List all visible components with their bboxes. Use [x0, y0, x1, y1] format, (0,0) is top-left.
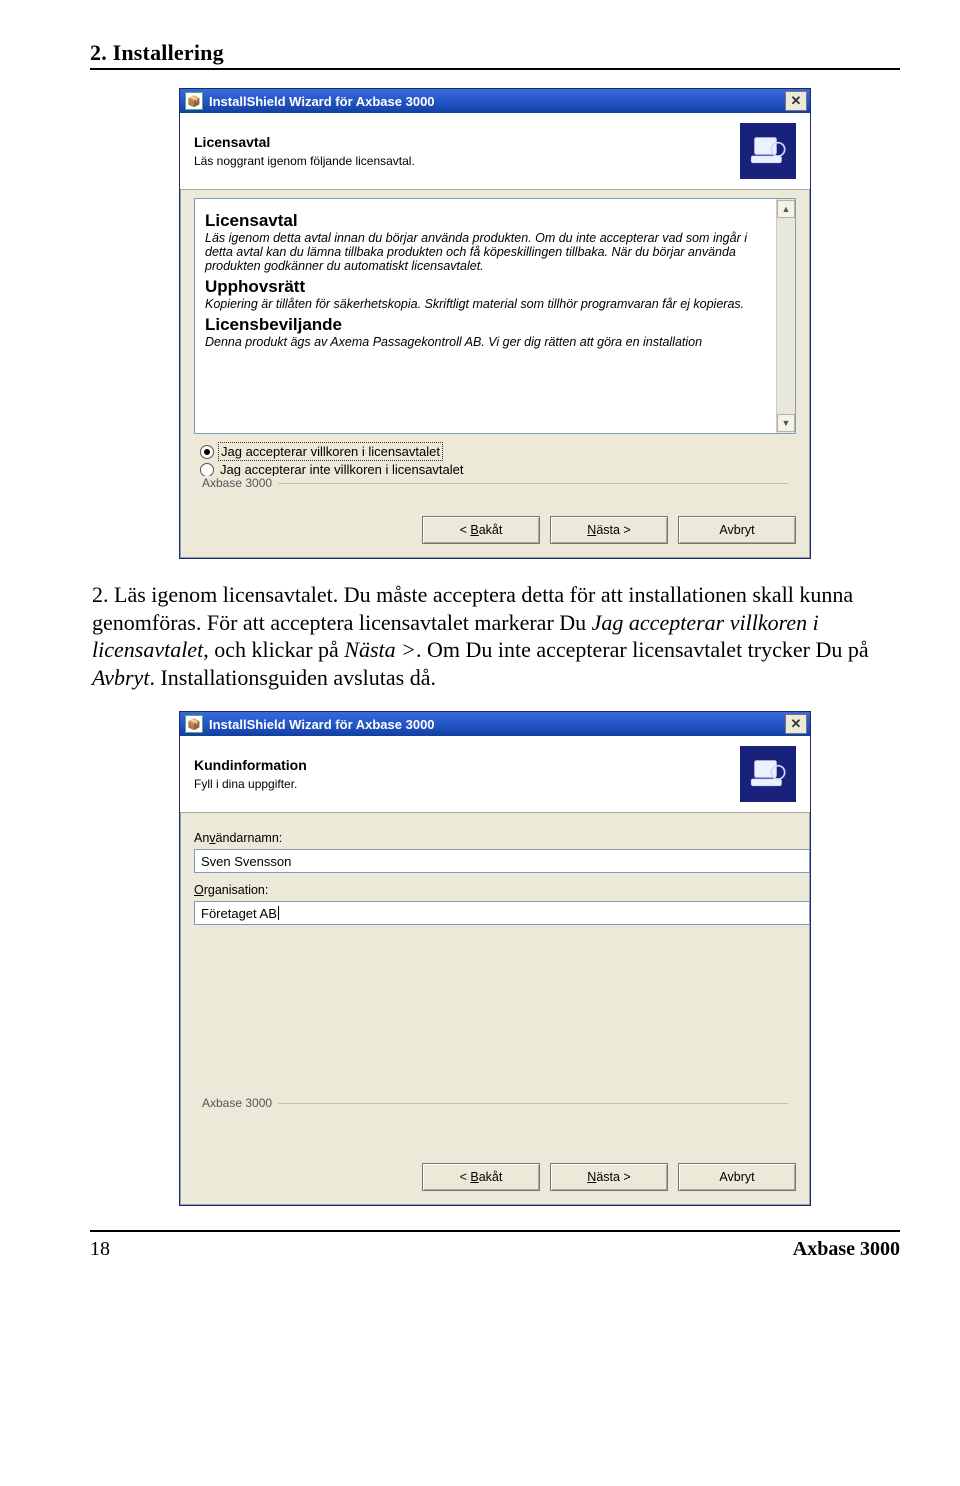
radio-reject[interactable]: Jag accepterar inte villkoren i licensav… — [200, 462, 790, 477]
license-para-2: Kopiering är tillåten för säkerhetskopia… — [205, 297, 769, 311]
titlebar[interactable]: 📦 InstallShield Wizard för Axbase 3000 ✕ — [180, 712, 810, 736]
next-button[interactable]: Nästa > — [550, 516, 668, 544]
window-title: InstallShield Wizard för Axbase 3000 — [209, 94, 779, 109]
page-footer: 18 Axbase 3000 — [90, 1238, 900, 1261]
organization-input[interactable]: Företaget AB — [194, 901, 810, 925]
next-button[interactable]: Nästa > — [550, 1163, 668, 1191]
text-caret-icon — [278, 906, 279, 920]
rule-top — [90, 68, 900, 70]
cancel-button[interactable]: Avbryt — [678, 1163, 796, 1191]
scroll-up-icon[interactable]: ▲ — [777, 200, 795, 218]
back-button[interactable]: < Bakåt — [422, 516, 540, 544]
username-input[interactable]: Sven Svensson — [194, 849, 810, 873]
header-subtitle: Läs noggrant igenom följande licensavtal… — [194, 154, 730, 168]
license-heading-2: Upphovsrätt — [205, 277, 769, 297]
brand-groupbox: Axbase 3000 — [202, 483, 788, 494]
cancel-button[interactable]: Avbryt — [678, 516, 796, 544]
radio-icon — [200, 463, 214, 477]
section-heading: 2. Installering — [90, 40, 900, 66]
window-title: InstallShield Wizard för Axbase 3000 — [209, 717, 779, 732]
rule-bottom — [90, 1230, 900, 1232]
license-heading-1: Licensavtal — [205, 211, 769, 231]
computer-icon — [740, 746, 796, 802]
license-para-3: Denna produkt ägs av Axema Passagekontro… — [205, 335, 769, 349]
radio-icon — [200, 445, 214, 459]
header-title: Licensavtal — [194, 134, 730, 150]
computer-icon — [740, 123, 796, 179]
username-label: Användarnamn: — [194, 831, 796, 845]
scrollbar[interactable]: ▲ ▼ — [776, 199, 795, 433]
titlebar[interactable]: 📦 InstallShield Wizard för Axbase 3000 ✕ — [180, 89, 810, 113]
dialog-header: Kundinformation Fyll i dina uppgifter. — [180, 736, 810, 813]
page-number: 18 — [90, 1238, 110, 1261]
radio-reject-label: Jag accepterar inte villkoren i licensav… — [220, 462, 464, 477]
radio-accept-label: Jag accepterar villkoren i licensavtalet — [220, 444, 441, 459]
installer-icon: 📦 — [185, 92, 203, 110]
close-icon[interactable]: ✕ — [785, 714, 807, 734]
license-heading-3: Licensbeviljande — [205, 315, 769, 335]
instruction-step-2: 2. Läs igenom licensavtalet. Du måste ac… — [92, 581, 898, 691]
license-text-box[interactable]: Licensavtal Läs igenom detta avtal innan… — [194, 198, 796, 434]
header-subtitle: Fyll i dina uppgifter. — [194, 777, 730, 791]
scroll-down-icon[interactable]: ▼ — [777, 414, 795, 432]
installer-icon: 📦 — [185, 715, 203, 733]
footer-title: Axbase 3000 — [793, 1238, 900, 1261]
organization-label: Organisation: — [194, 883, 796, 897]
close-icon[interactable]: ✕ — [785, 91, 807, 111]
dialog-header: Licensavtal Läs noggrant igenom följande… — [180, 113, 810, 190]
installer-license-dialog: 📦 InstallShield Wizard för Axbase 3000 ✕… — [179, 88, 811, 559]
radio-accept[interactable]: Jag accepterar villkoren i licensavtalet — [200, 444, 790, 459]
back-button[interactable]: < Bakåt — [422, 1163, 540, 1191]
license-para-1: Läs igenom detta avtal innan du börjar a… — [205, 231, 769, 273]
brand-groupbox: Axbase 3000 — [202, 1103, 788, 1114]
header-title: Kundinformation — [194, 757, 730, 773]
installer-customerinfo-dialog: 📦 InstallShield Wizard för Axbase 3000 ✕… — [179, 711, 811, 1206]
